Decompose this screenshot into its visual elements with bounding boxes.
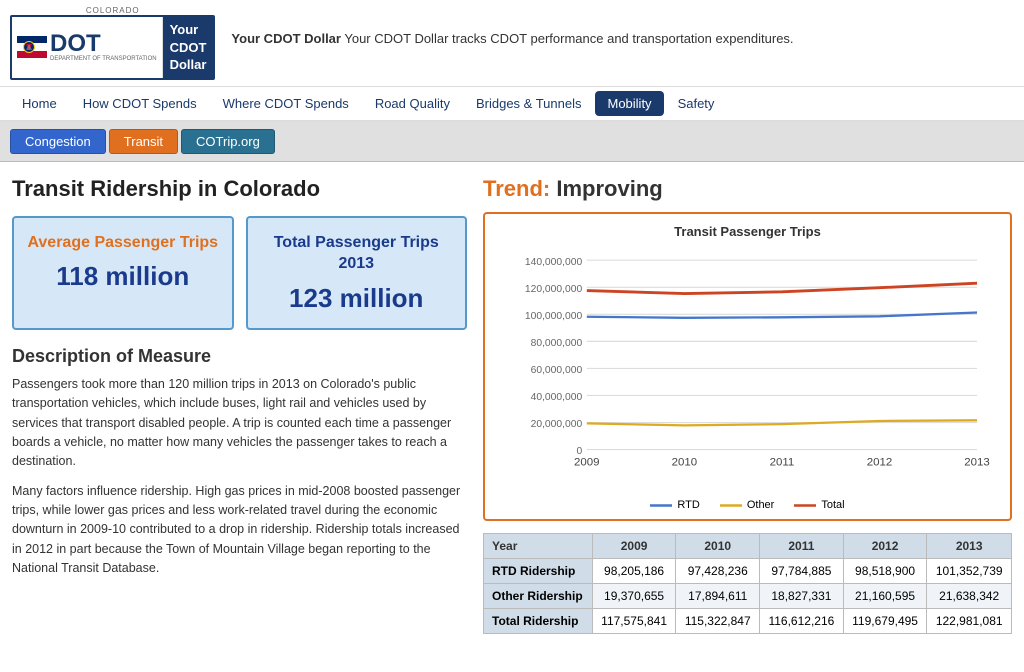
chart-title: Transit Passenger Trips [495, 224, 1000, 239]
chart-box: Transit Passenger Trips 0 20,000,000 40,00… [483, 212, 1012, 522]
nav-bar: HomeHow CDOT SpendsWhere CDOT SpendsRoad… [0, 87, 1024, 122]
table-cell: 97,784,885 [760, 559, 844, 584]
table-header-0: Year [484, 534, 593, 559]
dot-text: DOT [50, 32, 157, 56]
svg-text:0: 0 [576, 446, 582, 457]
stat-label-1: Total Passenger Trips 2013 [258, 232, 456, 275]
nav-item-where-cdot-spends[interactable]: Where CDOT Spends [211, 91, 361, 116]
nav-item-safety[interactable]: Safety [666, 91, 727, 116]
table-header-4: 2012 [843, 534, 927, 559]
table-row: Other Ridership19,370,65517,894,61118,82… [484, 584, 1012, 609]
stat-box-0: Average Passenger Trips 118 million [12, 216, 234, 330]
main-content: Transit Ridership in Colorado Average Pa… [0, 162, 1024, 649]
table-header-2: 2010 [676, 534, 760, 559]
chart-legend: RTD Other Total [495, 499, 1000, 511]
table-cell: 97,428,236 [676, 559, 760, 584]
table-header-5: 2013 [927, 534, 1012, 559]
table-cell: 101,352,739 [927, 559, 1012, 584]
sub-tab-transit[interactable]: Transit [109, 129, 178, 154]
legend-item-rtd: RTD [650, 499, 699, 511]
table-header-1: 2009 [592, 534, 676, 559]
legend-item-total: Total [794, 499, 844, 511]
stat-box-1: Total Passenger Trips 2013 123 million [246, 216, 468, 330]
trend-value: Improving [556, 176, 662, 201]
stat-value-0: 118 million [24, 261, 222, 292]
svg-text:40,000,000: 40,000,000 [531, 392, 583, 403]
description-para-1: Many factors influence ridership. High g… [12, 482, 467, 579]
table-row: Total Ridership117,575,841115,322,847116… [484, 609, 1012, 634]
stat-label-0: Average Passenger Trips [24, 232, 222, 254]
table-row-label: Total Ridership [484, 609, 593, 634]
table-cell: 122,981,081 [927, 609, 1012, 634]
nav-item-home[interactable]: Home [10, 91, 69, 116]
legend-item-other: Other [720, 499, 775, 511]
svg-text:80,000,000: 80,000,000 [531, 338, 583, 349]
table-cell: 17,894,611 [676, 584, 760, 609]
sub-tab-congestion[interactable]: Congestion [10, 129, 106, 154]
brand-text: Your CDOT Dollar [163, 17, 214, 78]
svg-text:60,000,000: 60,000,000 [531, 365, 583, 376]
svg-text:2010: 2010 [672, 456, 698, 468]
header: COLORADO DOT DEPARTMENT O [0, 0, 1024, 87]
table-cell: 19,370,655 [592, 584, 676, 609]
logo-area: COLORADO DOT DEPARTMENT O [10, 6, 215, 80]
table-row: RTD Ridership98,205,18697,428,23697,784,… [484, 559, 1012, 584]
stat-value-1: 123 million [258, 283, 456, 314]
dept-text: DEPARTMENT OF TRANSPORTATION [50, 56, 157, 63]
svg-text:2009: 2009 [574, 456, 600, 468]
table-cell: 115,322,847 [676, 609, 760, 634]
description-title: Description of Measure [12, 346, 467, 367]
stat-boxes: Average Passenger Trips 118 million Tota… [12, 216, 467, 330]
svg-text:2011: 2011 [770, 456, 795, 468]
trend-heading: Trend: Improving [483, 176, 1012, 202]
data-table: Year20092010201120122013RTD Ridership98,… [483, 533, 1012, 634]
nav-item-bridges-&-tunnels[interactable]: Bridges & Tunnels [464, 91, 594, 116]
colorado-flag-icon [17, 36, 47, 58]
header-tagline: Your CDOT Dollar Your CDOT Dollar tracks… [231, 31, 1014, 46]
svg-text:20,000,000: 20,000,000 [531, 419, 583, 430]
description-paragraphs: Passengers took more than 120 million tr… [12, 375, 467, 579]
table-row-label: RTD Ridership [484, 559, 593, 584]
co-state-label: COLORADO [86, 6, 140, 15]
table-row-label: Other Ridership [484, 584, 593, 609]
table-cell: 98,518,900 [843, 559, 927, 584]
table-cell: 116,612,216 [760, 609, 844, 634]
table-cell: 18,827,331 [760, 584, 844, 609]
description-para-0: Passengers took more than 120 million tr… [12, 375, 467, 472]
sub-tabs-bar: CongestionTransitCOTrip.org [0, 122, 1024, 162]
right-panel: Trend: Improving Transit Passenger Trips… [483, 176, 1012, 635]
sub-tab-cotrip.org[interactable]: COTrip.org [181, 129, 275, 154]
svg-text:100,000,000: 100,000,000 [525, 311, 583, 322]
svg-text:140,000,000: 140,000,000 [525, 256, 583, 267]
table-cell: 98,205,186 [592, 559, 676, 584]
trend-label: Trend: [483, 176, 550, 201]
table-header-3: 2011 [760, 534, 844, 559]
svg-text:120,000,000: 120,000,000 [525, 284, 583, 295]
table-cell: 119,679,495 [843, 609, 927, 634]
table-cell: 117,575,841 [592, 609, 676, 634]
transit-chart: 0 20,000,000 40,000,000 60,000,000 80,000,00… [495, 243, 1000, 496]
svg-text:2012: 2012 [867, 456, 893, 468]
nav-item-mobility[interactable]: Mobility [595, 91, 663, 116]
table-cell: 21,638,342 [927, 584, 1012, 609]
nav-item-how-cdot-spends[interactable]: How CDOT Spends [71, 91, 209, 116]
svg-text:2013: 2013 [964, 456, 990, 468]
page-title: Transit Ridership in Colorado [12, 176, 467, 202]
table-cell: 21,160,595 [843, 584, 927, 609]
nav-item-road-quality[interactable]: Road Quality [363, 91, 462, 116]
left-panel: Transit Ridership in Colorado Average Pa… [12, 176, 467, 635]
